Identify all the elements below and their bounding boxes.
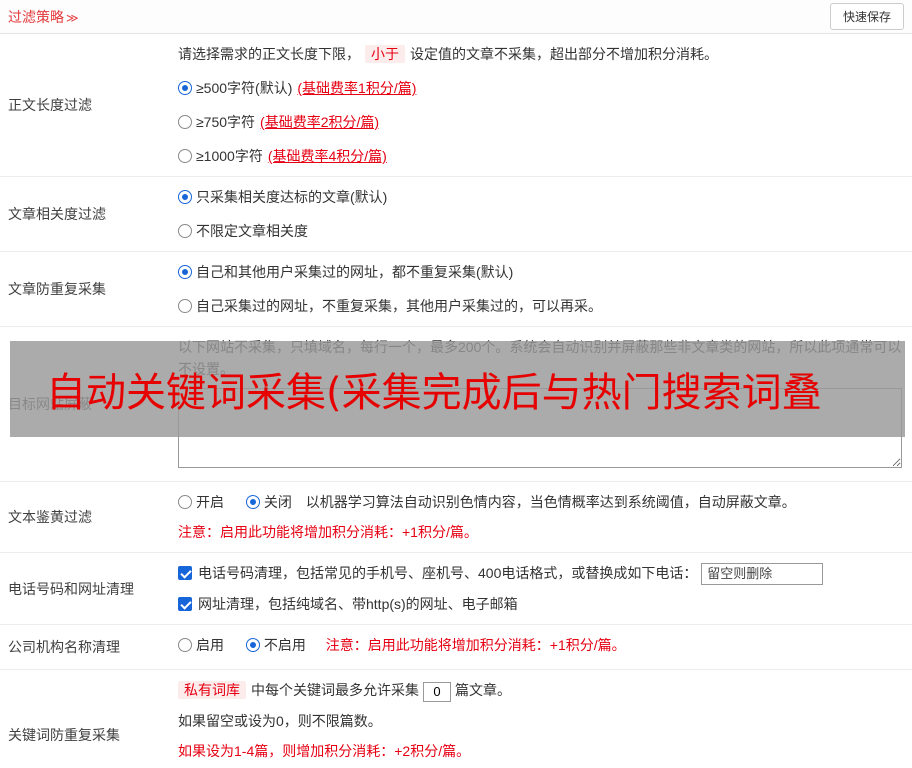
keyword-dedup-line1: 私有词库中每个关键词最多允许采集 篇文章。 (178, 679, 904, 702)
relevance-option-strict: 只采集相关度达标的文章(默认) (178, 186, 904, 208)
company-clean-options: 启用 不启用 注意：启用此功能将增加积分消耗：+1积分/篇。 (178, 634, 904, 656)
option-label: 不限定文章相关度 (196, 223, 308, 239)
row-porn-filter: 文本鉴黄过滤 开启 关闭 以机器学习算法自动识别色情内容，当色情概率达到系统阈值… (0, 482, 912, 553)
url-clean-line: 网址清理，包括纯域名、带http(s)的网址、电子邮箱 (178, 593, 904, 615)
highlight-term: 小于 (365, 45, 405, 63)
row-content: 请选择需求的正文长度下限， 小于 设定值的文章不采集，超出部分不增加积分消耗。 ≥5… (178, 34, 912, 176)
row-label: 电话号码和网址清理 (8, 580, 134, 597)
fee-note: (基础费率2积分/篇) (260, 114, 380, 130)
radio-button[interactable] (178, 265, 192, 279)
phone-clean-line: 电话号码清理，包括常见的手机号、座机号、400电话格式，或替换成如下电话： (178, 562, 904, 586)
relevance-option-any: 不限定文章相关度 (178, 220, 904, 242)
row-label: 公司机构名称清理 (8, 639, 120, 656)
radio-button[interactable] (178, 495, 192, 509)
keyword-dedup-line3: 如果设为1-4篇，则增加积分消耗：+2积分/篇。 (178, 742, 471, 759)
row-content: 启用 不启用 注意：启用此功能将增加积分消耗：+1积分/篇。 (178, 625, 912, 669)
row-phone-url-clean: 电话号码和网址清理 电话号码清理，包括常见的手机号、座机号、400电话格式，或替… (0, 553, 912, 626)
option-label: ≥750字符 (196, 114, 256, 130)
url-clean-checkbox[interactable] (178, 597, 192, 612)
option-label: 启用 (196, 637, 224, 654)
row-relevance-filter: 文章相关度过滤 只采集相关度达标的文章(默认) 不限定文章相关度 (0, 177, 912, 252)
row-company-clean: 公司机构名称清理 启用 不启用 注意：启用此功能将增加积分消耗：+1积分/篇。 (0, 625, 912, 671)
length-option-500: ≥500字符(默认) (基础费率1积分/篇) (178, 77, 904, 99)
replacement-phone-input[interactable] (701, 563, 824, 586)
row-content: 只采集相关度达标的文章(默认) 不限定文章相关度 (178, 177, 912, 251)
porn-filter-desc: 以机器学习算法自动识别色情内容，当色情概率达到系统阈值，自动屏蔽文章。 (305, 494, 796, 510)
desc-text: 设定值的文章不采集，超出部分不增加积分消耗。 (410, 46, 718, 62)
option-label: ≥1000字符 (196, 148, 263, 164)
option-label: 关闭 (263, 494, 292, 510)
option-label: ≥500字符(默认) (196, 80, 293, 96)
radio-button[interactable] (245, 495, 260, 509)
gray-banner-overlay: 自动关键词采集(采集完成后与热门搜索词叠 (10, 341, 905, 437)
length-filter-desc: 请选择需求的正文长度下限， 小于 设定值的文章不采集，超出部分不增加积分消耗。 (178, 43, 904, 65)
row-content: 开启 关闭 以机器学习算法自动识别色情内容，当色情概率达到系统阈值，自动屏蔽文章… (178, 482, 912, 552)
fee-note: (基础费率4积分/篇) (267, 148, 387, 164)
fee-note: (基础费率1积分/篇) (297, 80, 417, 96)
dedup-option-self: 自己采集过的网址，不重复采集，其他用户采集过的，可以再采。 (178, 295, 904, 317)
row-article-dedup: 文章防重复采集 自己和其他用户采集过的网址，都不重复采集(默认) 自己采集过的网… (0, 252, 912, 327)
length-option-750: ≥750字符 (基础费率2积分/篇) (178, 111, 904, 133)
line1-text: 中每个关键词最多允许采集 (251, 682, 419, 699)
option-label: 自己采集过的网址，不重复采集，其他用户采集过的，可以再采。 (196, 298, 602, 314)
row-content: 电话号码清理，包括常见的手机号、座机号、400电话格式，或替换成如下电话： 网址… (178, 553, 912, 624)
row-content: 自己和其他用户采集过的网址，都不重复采集(默认) 自己采集过的网址，不重复采集，… (178, 252, 912, 326)
radio-button[interactable] (178, 638, 192, 653)
porn-filter-note: 注意：启用此功能将增加积分消耗：+1积分/篇。 (178, 524, 478, 540)
radio-button[interactable] (178, 81, 192, 95)
row-label: 文章相关度过滤 (8, 206, 106, 222)
keyword-dedup-line2: 如果留空或设为0，则不限篇数。 (178, 712, 382, 729)
row-label: 正文长度过滤 (8, 97, 92, 113)
row-keyword-dedup: 关键词防重复采集 私有词库中每个关键词最多允许采集 篇文章。 如果留空或设为0，则… (0, 670, 912, 768)
topbar: 过滤策略 ≫ 快速保存 (0, 0, 912, 34)
row-content-length-filter: 正文长度过滤 请选择需求的正文长度下限， 小于 设定值的文章不采集，超出部分不增加积… (0, 34, 912, 177)
private-lexicon-badge: 私有词库 (178, 681, 246, 700)
radio-button[interactable] (178, 149, 192, 163)
filter-policy-page: 过滤策略 ≫ 快速保存 正文长度过滤 请选择需求的正文长度下限， 小于 设定值的文章不… (0, 0, 912, 768)
porn-filter-options: 开启 关闭 以机器学习算法自动识别色情内容，当色情概率达到系统阈值，自动屏蔽文章… (178, 491, 904, 513)
quick-save-button[interactable]: 快速保存 (829, 3, 904, 30)
row-label: 关键词防重复采集 (8, 727, 120, 744)
radio-button[interactable] (178, 190, 192, 204)
line1-text-after: 篇文章。 (455, 682, 511, 699)
option-label: 开启 (196, 494, 224, 510)
radio-button[interactable] (178, 224, 192, 238)
phone-clean-label: 电话号码清理，包括常见的手机号、座机号、400电话格式，或替换成如下电话： (198, 565, 698, 581)
dedup-option-global: 自己和其他用户采集过的网址，都不重复采集(默认) (178, 261, 904, 283)
length-option-1000: ≥1000字符 (基础费率4积分/篇) (178, 145, 904, 167)
radio-button[interactable] (178, 115, 192, 129)
option-label: 只采集相关度达标的文章(默认) (196, 189, 388, 205)
option-label: 不启用 (263, 637, 306, 654)
page-title-text: 过滤策略 (8, 8, 64, 25)
row-label: 文章防重复采集 (8, 281, 106, 297)
desc-text: 请选择需求的正文长度下限， (178, 46, 360, 62)
banner-text: 自动关键词采集(采集完成后与热门搜索词叠 (46, 370, 822, 416)
company-clean-note: 注意：启用此功能将增加积分消耗：+1积分/篇。 (325, 637, 626, 654)
row-label: 文本鉴黄过滤 (8, 509, 92, 525)
max-articles-input[interactable] (423, 681, 451, 702)
row-content: 私有词库中每个关键词最多允许采集 篇文章。 如果留空或设为0，则不限篇数。 如果设… (178, 670, 912, 768)
phone-clean-checkbox[interactable] (178, 566, 192, 580)
radio-button[interactable] (245, 638, 260, 653)
option-label: 自己和其他用户采集过的网址，都不重复采集(默认) (196, 264, 514, 280)
radio-button[interactable] (178, 299, 192, 313)
page-title[interactable]: 过滤策略 ≫ (8, 7, 79, 27)
url-clean-label: 网址清理，包括纯域名、带http(s)的网址、电子邮箱 (198, 596, 518, 613)
double-chevron-icon: ≫ (66, 10, 79, 25)
